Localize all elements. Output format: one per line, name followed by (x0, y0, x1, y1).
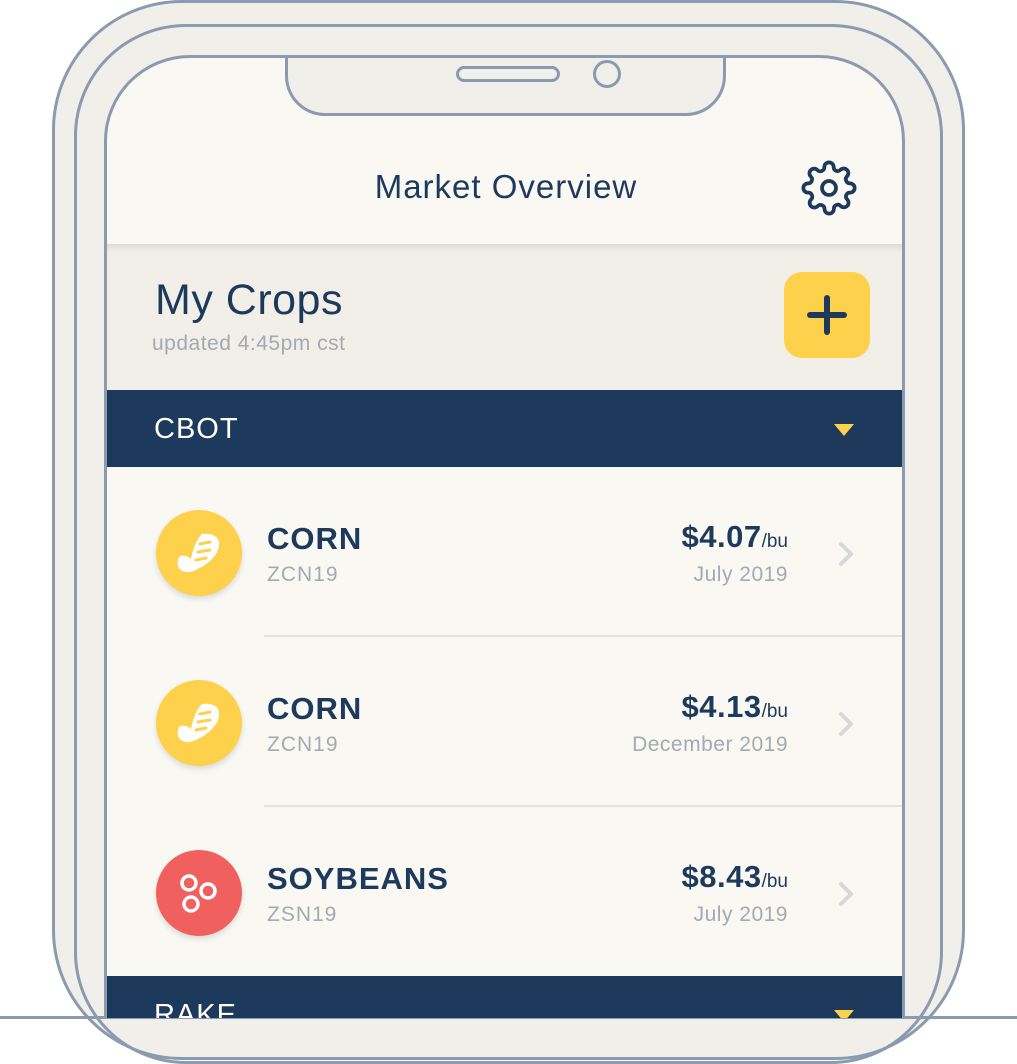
section-header-rake[interactable]: RAKE (107, 976, 902, 1018)
settings-button[interactable] (801, 160, 857, 216)
crop-name: SOYBEANS (267, 861, 449, 896)
crop-code: ZCN19 (267, 563, 339, 586)
soybeans-icon (156, 850, 242, 936)
crop-name: CORN (267, 691, 363, 726)
chevron-right-icon (839, 712, 853, 736)
crop-price: $4.13/bu (682, 689, 789, 725)
phone-screen: Market Overview My Crops updated 4:45pm … (104, 55, 905, 1018)
price-unit: /bu (761, 701, 788, 722)
chevron-right-icon (839, 542, 853, 566)
contract-month: December 2019 (632, 733, 788, 756)
section-label: CBOT (154, 413, 239, 445)
my-crops-header: My Crops updated 4:45pm cst (107, 244, 902, 390)
crop-row[interactable]: SOYBEANS ZSN19 $8.43/bu July 2019 (107, 807, 902, 977)
price-unit: /bu (761, 871, 788, 892)
crop-code: ZCN19 (267, 733, 339, 756)
price-unit: /bu (761, 531, 788, 552)
my-crops-title: My Crops (155, 276, 343, 324)
price-value: $8.43 (681, 859, 762, 894)
corn-icon (156, 680, 242, 766)
caret-down-icon (834, 1010, 854, 1018)
speaker-icon (456, 66, 560, 82)
camera-icon (593, 60, 621, 88)
corn-icon (156, 510, 242, 596)
updated-timestamp: updated 4:45pm cst (152, 332, 346, 355)
crop-price: $4.07/bu (682, 519, 789, 555)
crop-price: $8.43/bu (682, 859, 789, 895)
price-value: $4.07 (681, 519, 762, 554)
price-value: $4.13 (681, 689, 762, 724)
contract-month: July 2019 (693, 563, 788, 586)
phone-notch (285, 58, 726, 116)
crop-list: CORN ZCN19 $4.07/bu July 2019 CORN ZCN19 (107, 467, 902, 977)
contract-month: July 2019 (693, 903, 788, 926)
section-header-cbot[interactable]: CBOT (107, 390, 902, 467)
caret-down-icon (834, 424, 854, 436)
add-crop-button[interactable] (784, 272, 870, 358)
crop-row[interactable]: CORN ZCN19 $4.13/bu December 2019 (107, 637, 902, 807)
chevron-right-icon (839, 882, 853, 906)
crop-code: ZSN19 (267, 903, 338, 926)
nav-bar: Market Overview (107, 116, 902, 244)
crop-name: CORN (267, 521, 363, 556)
section-label: RAKE (154, 999, 237, 1018)
crop-row[interactable]: CORN ZCN19 $4.07/bu July 2019 (107, 467, 902, 637)
gear-icon (801, 160, 857, 216)
page-title: Market Overview (374, 168, 638, 205)
